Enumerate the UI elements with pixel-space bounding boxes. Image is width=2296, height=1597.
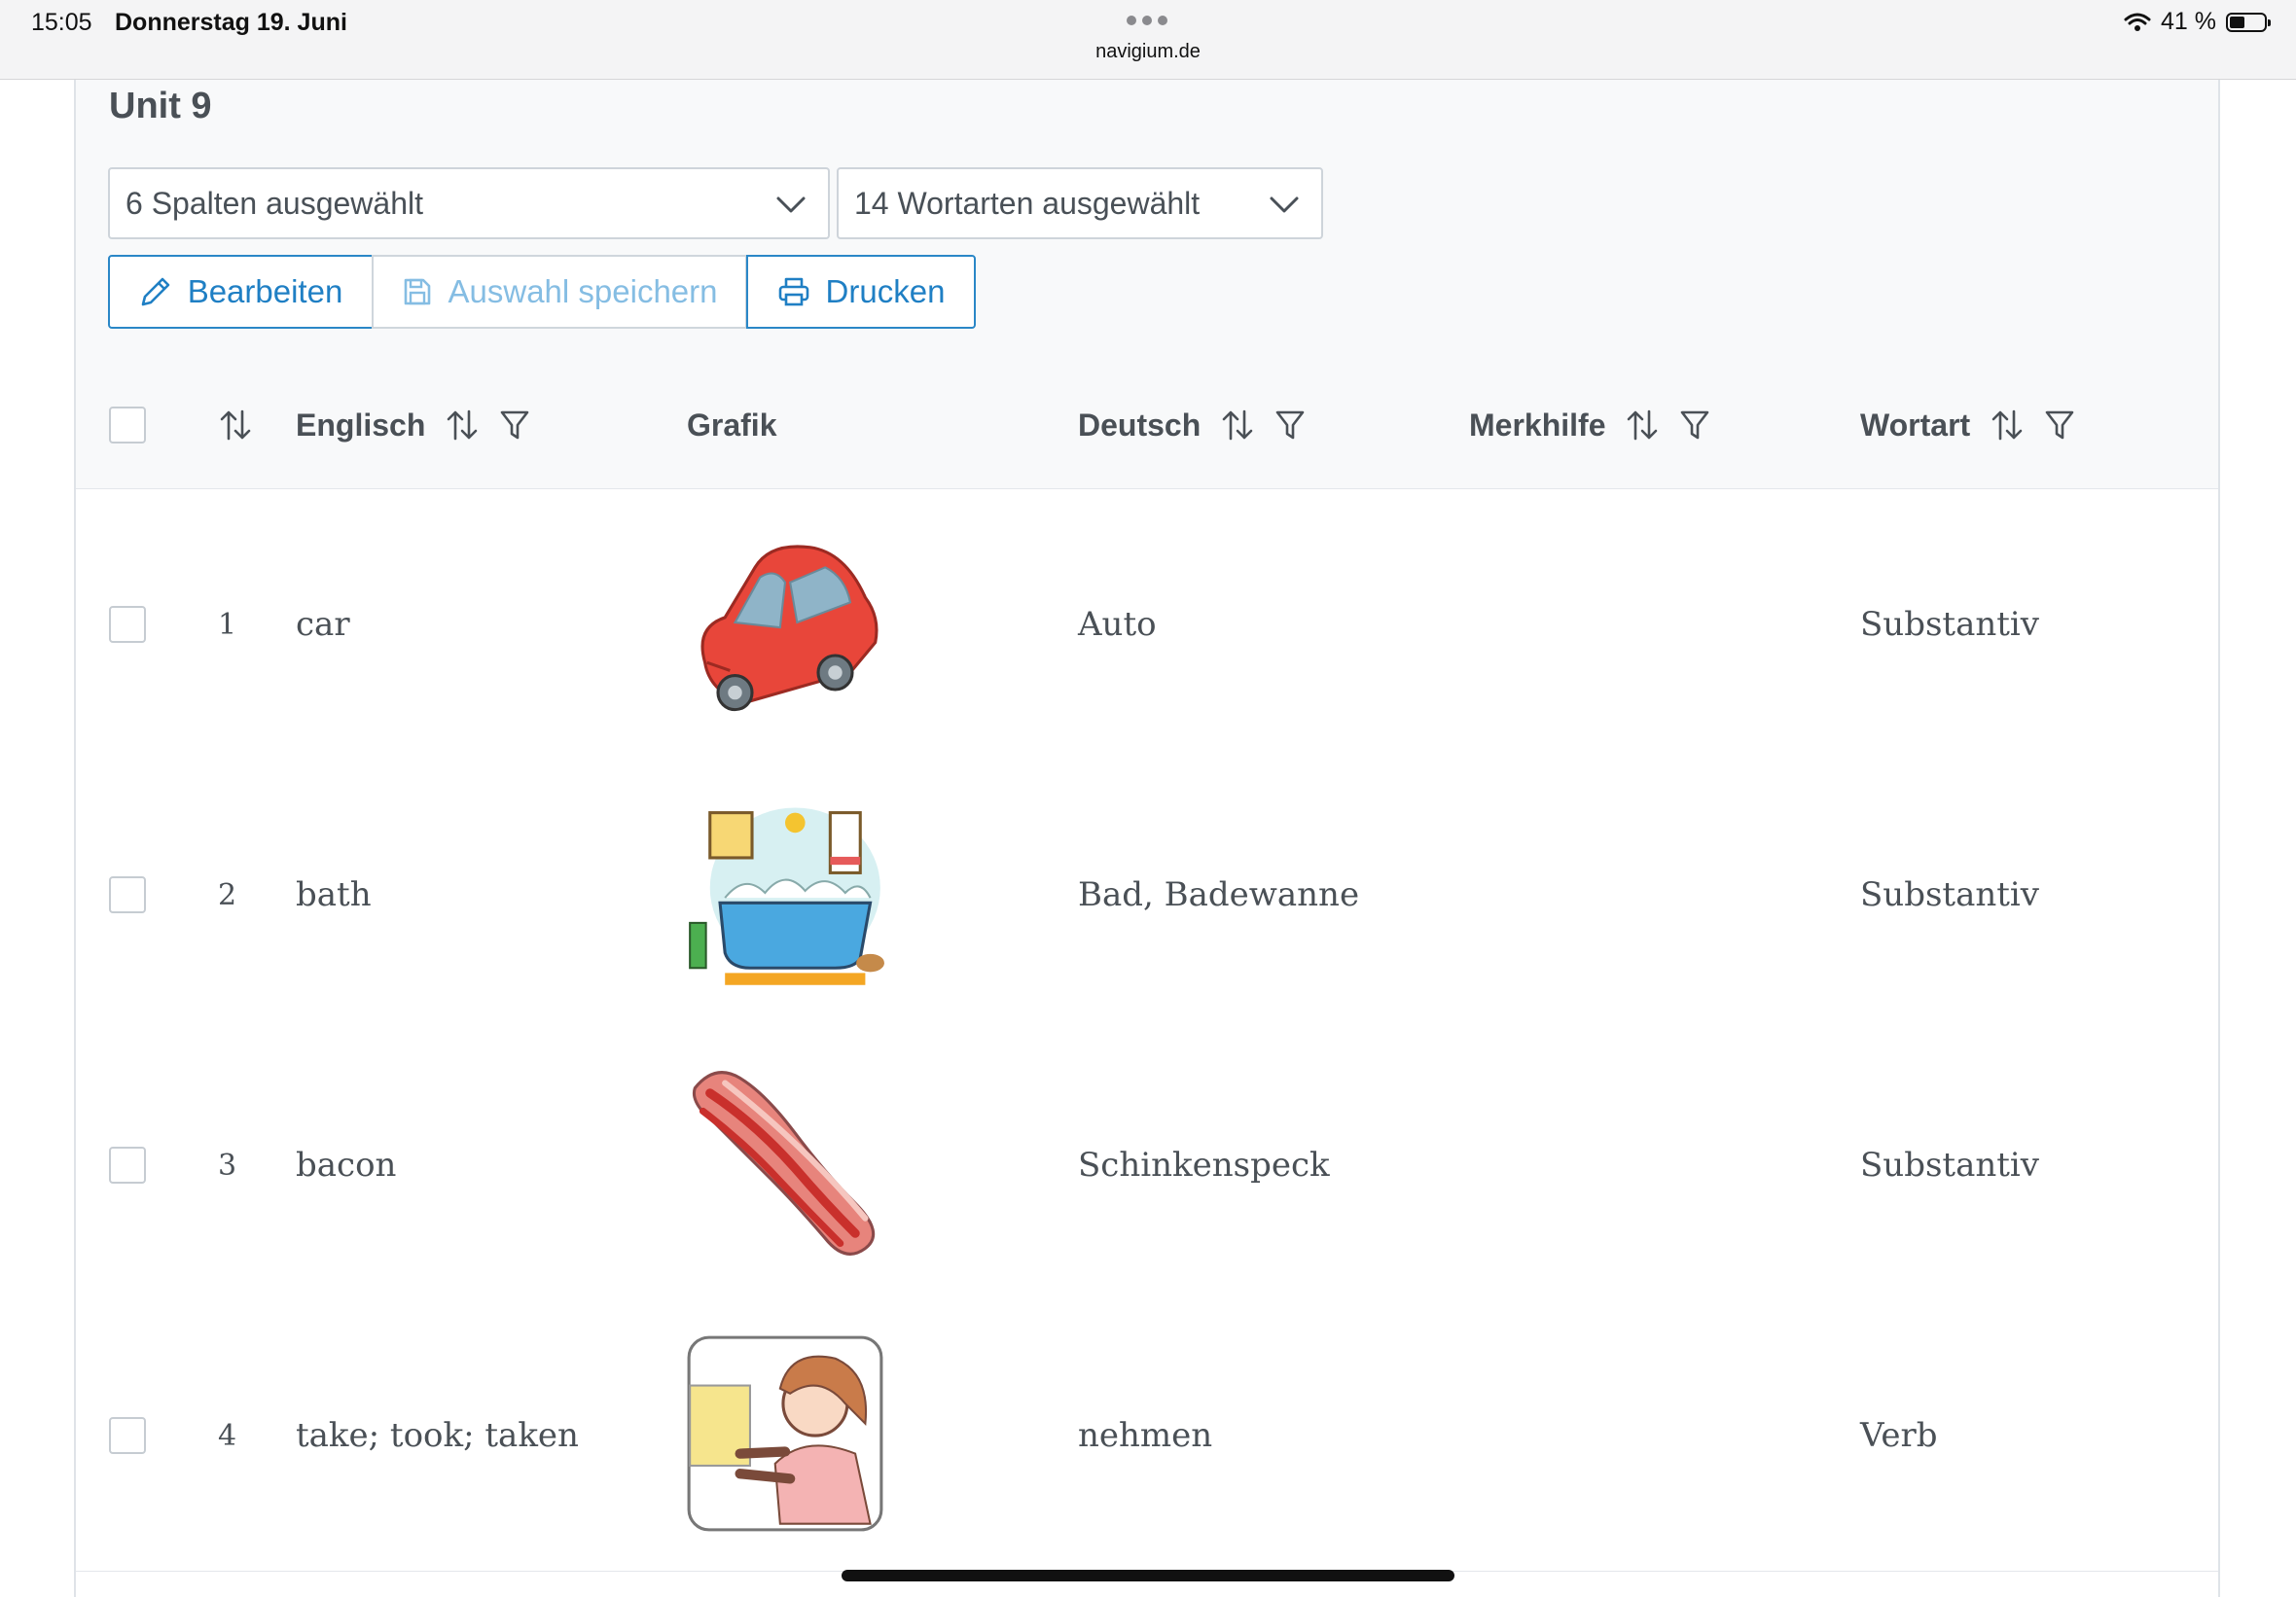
select-all-checkbox[interactable]	[109, 407, 146, 444]
printer-icon	[778, 277, 808, 306]
sort-icon[interactable]	[1990, 408, 2025, 443]
header-german-label: Deutsch	[1078, 407, 1202, 443]
row-german: Schinkenspeck	[1078, 1146, 1330, 1185]
toolbar-area: Unit 9 6 Spalten ausgewählt 14 Wortarten…	[76, 80, 2218, 363]
row-number: 4	[218, 1418, 237, 1453]
status-indicators: 41 %	[2124, 8, 2271, 36]
car-image	[700, 545, 879, 712]
row-checkbox[interactable]	[109, 1147, 146, 1184]
wordtypes-select-value: 14 Wortarten ausgewählt	[854, 185, 1201, 221]
row-checkbox[interactable]	[109, 606, 146, 643]
status-time: 15:05	[31, 9, 92, 36]
header-german[interactable]: Deutsch	[1078, 362, 1306, 488]
row-wordtype: Substantiv	[1860, 1146, 2039, 1185]
filter-icon[interactable]	[1679, 408, 1710, 442]
address-url[interactable]: navigium.de	[0, 41, 2296, 63]
print-button[interactable]: Drucken	[746, 255, 976, 329]
row-english: bath	[296, 875, 372, 914]
row-german: nehmen	[1078, 1416, 1213, 1455]
save-selection-button[interactable]: Auswahl speichern	[372, 255, 747, 329]
edit-button[interactable]: Bearbeiten	[108, 255, 374, 329]
row-wordtype: Verb	[1860, 1416, 1938, 1455]
row-german: Auto	[1078, 605, 1157, 644]
wifi-icon	[2124, 13, 2151, 31]
sort-icon	[220, 409, 251, 441]
row-checkbox[interactable]	[109, 1417, 146, 1454]
battery-icon	[2226, 12, 2271, 32]
battery-percent: 41 %	[2161, 8, 2216, 35]
edit-button-label: Bearbeiten	[187, 273, 343, 309]
page-title: Unit 9	[109, 86, 212, 126]
person-taking-image	[687, 1335, 883, 1532]
bacon-image	[692, 1071, 876, 1256]
wordtypes-select[interactable]: 14 Wortarten ausgewählt	[837, 167, 1323, 239]
row-number: 2	[218, 877, 237, 912]
table-header: Englisch Grafik Deutsch Merkhilfe Wortar…	[76, 362, 2218, 489]
sort-icon[interactable]	[1625, 408, 1660, 443]
header-mnemonic-label: Merkhilfe	[1469, 407, 1606, 443]
row-english: bacon	[296, 1146, 397, 1185]
chevron-down-icon	[776, 196, 806, 213]
table-row[interactable]: 2 bath Bad, Badewanne Substantiv	[76, 760, 2218, 1031]
row-wordtype: Substantiv	[1860, 605, 2039, 644]
row-english: car	[296, 605, 350, 644]
filter-icon[interactable]	[2044, 408, 2075, 442]
table-row[interactable]: 3 bacon Schinkenspeck Substantiv	[76, 1030, 2218, 1301]
chevron-down-icon	[1270, 196, 1299, 213]
columns-select-value: 6 Spalten ausgewählt	[126, 185, 423, 221]
header-wordtype[interactable]: Wortart	[1860, 362, 2075, 488]
row-german: Bad, Badewanne	[1078, 875, 1360, 914]
header-graphic-label: Grafik	[687, 407, 777, 443]
row-wordtype: Substantiv	[1860, 875, 2039, 914]
header-english[interactable]: Englisch	[296, 362, 530, 488]
row-english: take; took; taken	[296, 1416, 579, 1455]
table-row[interactable]: 1 car Auto Substantiv	[76, 489, 2218, 761]
save-selection-label: Auswahl speichern	[448, 273, 718, 309]
filter-icon[interactable]	[1274, 408, 1306, 442]
sort-icon[interactable]	[1220, 408, 1255, 443]
columns-select[interactable]: 6 Spalten ausgewählt	[108, 167, 830, 239]
floppy-disk-icon	[404, 278, 430, 305]
filter-icon[interactable]	[499, 408, 530, 442]
row-number: 3	[218, 1148, 237, 1183]
more-dots-icon[interactable]	[1127, 16, 1167, 25]
header-english-label: Englisch	[296, 407, 426, 443]
status-bar: 15:05 Donnerstag 19. Juni navigium.de 41…	[0, 0, 2296, 80]
status-date: Donnerstag 19. Juni	[115, 9, 347, 36]
home-indicator[interactable]	[842, 1570, 1454, 1581]
sort-icon[interactable]	[445, 408, 480, 443]
sort-number-header[interactable]	[218, 362, 253, 488]
bathtub-image	[689, 807, 884, 985]
row-number: 1	[218, 607, 237, 642]
row-checkbox[interactable]	[109, 876, 146, 913]
header-wordtype-label: Wortart	[1860, 407, 1971, 443]
header-mnemonic[interactable]: Merkhilfe	[1469, 362, 1710, 488]
header-graphic: Grafik	[687, 362, 776, 488]
pencil-icon	[141, 277, 169, 306]
word-list-panel: Unit 9 6 Spalten ausgewählt 14 Wortarten…	[74, 80, 2220, 1597]
table-row[interactable]: 4 take; took; taken nehmen Verb	[76, 1300, 2218, 1572]
print-button-label: Drucken	[825, 273, 946, 309]
